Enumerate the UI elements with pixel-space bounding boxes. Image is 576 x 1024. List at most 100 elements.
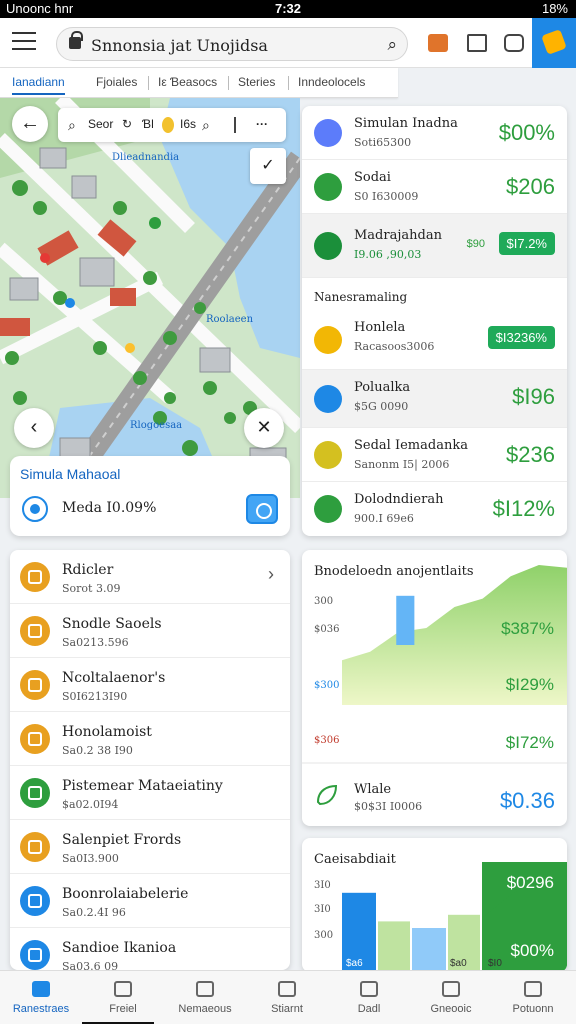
summary-row-highlighted[interactable]: Madrajahdan I9.06 ,90,03 $90 $I7.2% <box>302 214 567 278</box>
nav-item[interactable]: Potuonn <box>492 971 574 1024</box>
list-item-title: Salenpiet Frords <box>62 832 182 848</box>
nav-icon <box>524 981 542 997</box>
map-search-text-c: I6s <box>180 117 197 131</box>
tab-0[interactable]: Ianadiann <box>12 75 65 95</box>
nav-icon <box>442 981 460 997</box>
summary-row-sub: 900.I 69e6 <box>354 512 414 525</box>
directions-icon[interactable]: ✓ <box>250 148 286 184</box>
nav-label: Freiel <box>109 1003 137 1015</box>
list-item[interactable]: Honolamoist Sa0.2 38 I90 <box>10 712 290 766</box>
list-item-title: Ncoltalaenor's <box>62 670 166 686</box>
summary-row-sub: Racasoos3006 <box>354 340 435 353</box>
refresh-icon[interactable]: ↻ <box>122 117 132 131</box>
item-icon <box>20 724 50 754</box>
summary-row[interactable]: Honlela Racasoos3006 $I3236% <box>302 310 567 370</box>
data-label: $I29% <box>506 675 554 694</box>
list-item[interactable]: Pistemear Mataeiatiny $a02.0I94 <box>10 766 290 820</box>
simulation-action-button[interactable] <box>246 494 278 524</box>
nav-label: Potuonn <box>512 1003 554 1015</box>
screen-icon[interactable] <box>467 34 487 52</box>
summary-row[interactable]: Polualka $5G 0090 $I96 <box>302 370 567 428</box>
summary-row[interactable]: Dolodndierah 900.I 69e6 $I12% <box>302 482 567 536</box>
flag-icon[interactable] <box>428 34 448 52</box>
search-icon[interactable]: ⌕ <box>68 117 76 134</box>
bar-label: $a6 <box>346 958 363 969</box>
y-tick-label: $036 <box>314 624 339 635</box>
lock-icon <box>69 31 83 49</box>
list-item[interactable]: Salenpiet Frords Sa0I3.900 <box>10 820 290 874</box>
summary-row-value: $I7.2% <box>498 232 555 255</box>
list-item-sub: Sa0213.596 <box>62 636 129 649</box>
compass-icon <box>314 173 342 201</box>
tab-4[interactable]: Inndeolocels <box>298 75 365 89</box>
map-search-bar[interactable]: ⌕ Seor ↻ Ɓl I6s ⌕ ··· <box>58 108 286 142</box>
nav-item[interactable]: Nemaeous <box>164 971 246 1024</box>
simulation-card-value: Meda I0.09% <box>62 500 157 516</box>
tab-bar: Ianadiann Fjoiales Iε Ɓeasocs Steries In… <box>0 68 398 98</box>
nav-item[interactable]: Ranestraes <box>0 971 154 1024</box>
item-icon <box>20 670 50 700</box>
nav-icon <box>32 981 50 997</box>
summary-row[interactable]: Sedal Iemadanka Sanonm I5| 2006 $236 <box>302 428 567 482</box>
item-icon <box>20 616 50 646</box>
summary-row-title: Madrajahdan <box>354 228 442 243</box>
list-item[interactable]: Rdicler Sorot 3.09 › <box>10 550 290 604</box>
zoom-icon[interactable]: ⌕ <box>202 117 210 134</box>
item-icon <box>20 940 50 970</box>
summary-row-title: Simulan Inadna <box>354 116 458 131</box>
y-tick-label: $306 <box>314 735 339 746</box>
list-item[interactable]: Sandioe Ikanioa Sa03.6 09 <box>10 928 290 970</box>
summary-row[interactable]: Simulan Inadna Soti65300 $00% <box>302 106 567 160</box>
list-item[interactable]: Ncoltalaenor's S0I6213I90 <box>10 658 290 712</box>
nav-item[interactable]: Dadl <box>328 971 410 1024</box>
search-icon[interactable]: ⌕ <box>387 35 397 55</box>
list-item[interactable]: Boonrolaiabelerie Sa0.2.4I 96 <box>10 874 290 928</box>
list-item-sub: Sa03.6 09 <box>62 960 119 970</box>
summary-row-title: Polualka <box>354 380 411 395</box>
back-icon[interactable]: ← <box>12 106 48 142</box>
nav-icon <box>360 981 378 997</box>
list-item-title: Snodle Saoels <box>62 616 162 632</box>
nav-label: Nemaeous <box>178 1003 232 1015</box>
summary-row[interactable]: Sodai S0 I630009 $206 <box>302 160 567 214</box>
extension-icon[interactable] <box>504 34 524 52</box>
map-label-3: Rlogoesaa <box>130 420 183 431</box>
nav-item[interactable]: Stiarnt <box>246 971 328 1024</box>
nav-icon <box>196 981 214 997</box>
target-icon <box>22 496 48 522</box>
chevron-right-icon[interactable]: › <box>268 564 274 585</box>
list-item-title: Sandioe Ikanioa <box>62 940 177 956</box>
area-chart-card: 300 $036 $300 $306 $387% $I29% $I72% Bnodeloed… <box>302 550 567 826</box>
chart-title: Caeisabdiait <box>314 852 396 867</box>
menu-icon[interactable] <box>12 32 36 52</box>
item-icon <box>20 562 50 592</box>
summary-row-value: $236 <box>506 442 555 467</box>
app-icon[interactable] <box>532 18 576 68</box>
tab-1[interactable]: Fjoiales <box>96 75 137 89</box>
clock: 7:32 <box>274 1 302 16</box>
chevron-left-icon[interactable]: ‹ <box>14 408 54 448</box>
list-item-title: Pistemear Mataeiatiny <box>62 778 223 794</box>
app-bar: Snnonsia jat Unojidsa ⌕ <box>0 18 576 68</box>
chart-footer-value: $0.36 <box>499 788 555 813</box>
nav-item[interactable]: Freiel <box>82 971 164 1024</box>
bar-mark <box>396 595 415 645</box>
pin-icon[interactable] <box>162 117 174 133</box>
list-item[interactable]: Snodle Saoels Sa0213.596 <box>10 604 290 658</box>
list-item-title: Honolamoist <box>62 724 152 740</box>
bottom-navigation: Ranestraes Freiel Nemaeous Stiarnt Dadl Gneoo… <box>0 970 576 1024</box>
summary-row-sub: $5G 0090 <box>354 400 409 413</box>
globe-icon <box>314 119 342 147</box>
list-item-sub: S0I6213I90 <box>62 690 128 703</box>
more-button[interactable]: ··· <box>256 117 268 131</box>
address-bar[interactable]: Snnonsia jat Unojidsa ⌕ <box>56 27 408 61</box>
tab-3[interactable]: Steries <box>238 75 275 89</box>
summary-panel: Simulan Inadna Soti65300 $00% Sodai S0 I… <box>302 106 567 536</box>
tab-2[interactable]: Iε Ɓeasocs <box>158 75 217 89</box>
map-label-2: Roolaeen <box>206 314 254 325</box>
summary-row-title: Sodai <box>354 170 391 185</box>
close-icon[interactable]: ✕ <box>244 408 284 448</box>
chart-title: Bnodeloedn anojentlaits <box>314 564 474 579</box>
item-icon <box>20 886 50 916</box>
nav-item[interactable]: Gneooic <box>410 971 492 1024</box>
